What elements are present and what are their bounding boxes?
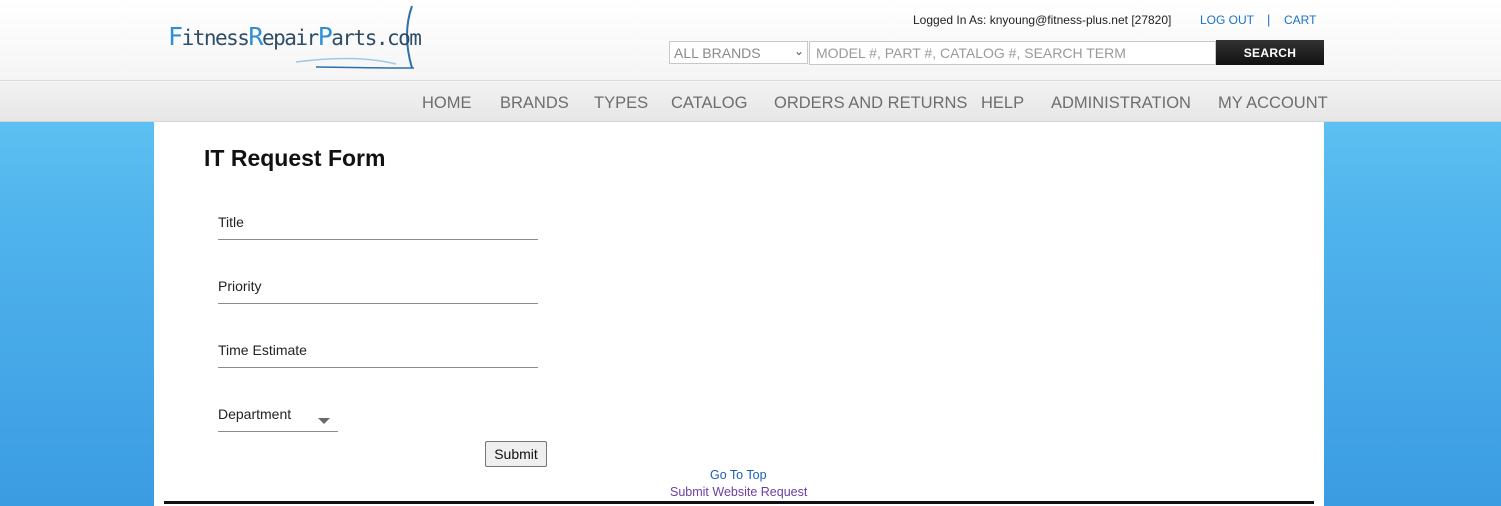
site-header: FitnessRepairParts.com Logged In As: kny… [0,0,1501,80]
search-input[interactable] [809,41,1216,65]
footer-divider [164,501,1314,504]
main-content: IT Request Form Title Priority Time Esti… [154,122,1324,506]
title-field[interactable]: Title [218,213,538,240]
nav-item-brands[interactable]: BRANDS [500,94,569,113]
submit-button[interactable]: Submit [485,441,547,467]
nav-item-types[interactable]: TYPES [594,94,648,113]
nav-item-help[interactable]: HELP [981,94,1024,113]
dropdown-caret-icon [318,418,330,424]
brand-select[interactable]: ALL BRANDS ⌄ [669,41,808,64]
department-field-label: Department [218,406,292,422]
time-estimate-field[interactable]: Time Estimate [218,341,538,368]
time-estimate-field-label: Time Estimate [218,342,307,358]
department-select[interactable]: Department [218,405,338,432]
priority-field-label: Priority [218,278,262,294]
submit-website-request-link[interactable]: Submit Website Request [670,485,807,499]
cart-link[interactable]: CART [1284,13,1316,27]
nav-item-catalog[interactable]: CATALOG [671,94,747,113]
priority-field[interactable]: Priority [218,277,538,304]
page-title: IT Request Form [204,145,386,171]
site-logo[interactable]: FitnessRepairParts.com [166,4,422,74]
header-separator: | [1267,12,1271,27]
logged-in-status: Logged In As: knyoung@fitness-plus.net [… [913,13,1172,27]
nav-item-orders-and-returns[interactable]: ORDERS AND RETURNS [774,94,967,113]
search-button[interactable]: SEARCH [1216,40,1324,65]
main-nav: HOME BRANDS TYPES CATALOG ORDERS AND RET… [0,80,1501,122]
nav-item-my-account[interactable]: MY ACCOUNT [1218,94,1328,113]
chevron-down-icon: ⌄ [793,44,804,58]
nav-item-home[interactable]: HOME [422,94,472,113]
logo-wordmark: FitnessRepairParts.com [168,22,422,51]
logout-link[interactable]: LOG OUT [1200,13,1254,27]
brand-select-value: ALL BRANDS [674,45,761,61]
nav-item-administration[interactable]: ADMINISTRATION [1051,94,1191,113]
title-field-label: Title [218,214,244,230]
go-to-top-link[interactable]: Go To Top [710,468,767,482]
